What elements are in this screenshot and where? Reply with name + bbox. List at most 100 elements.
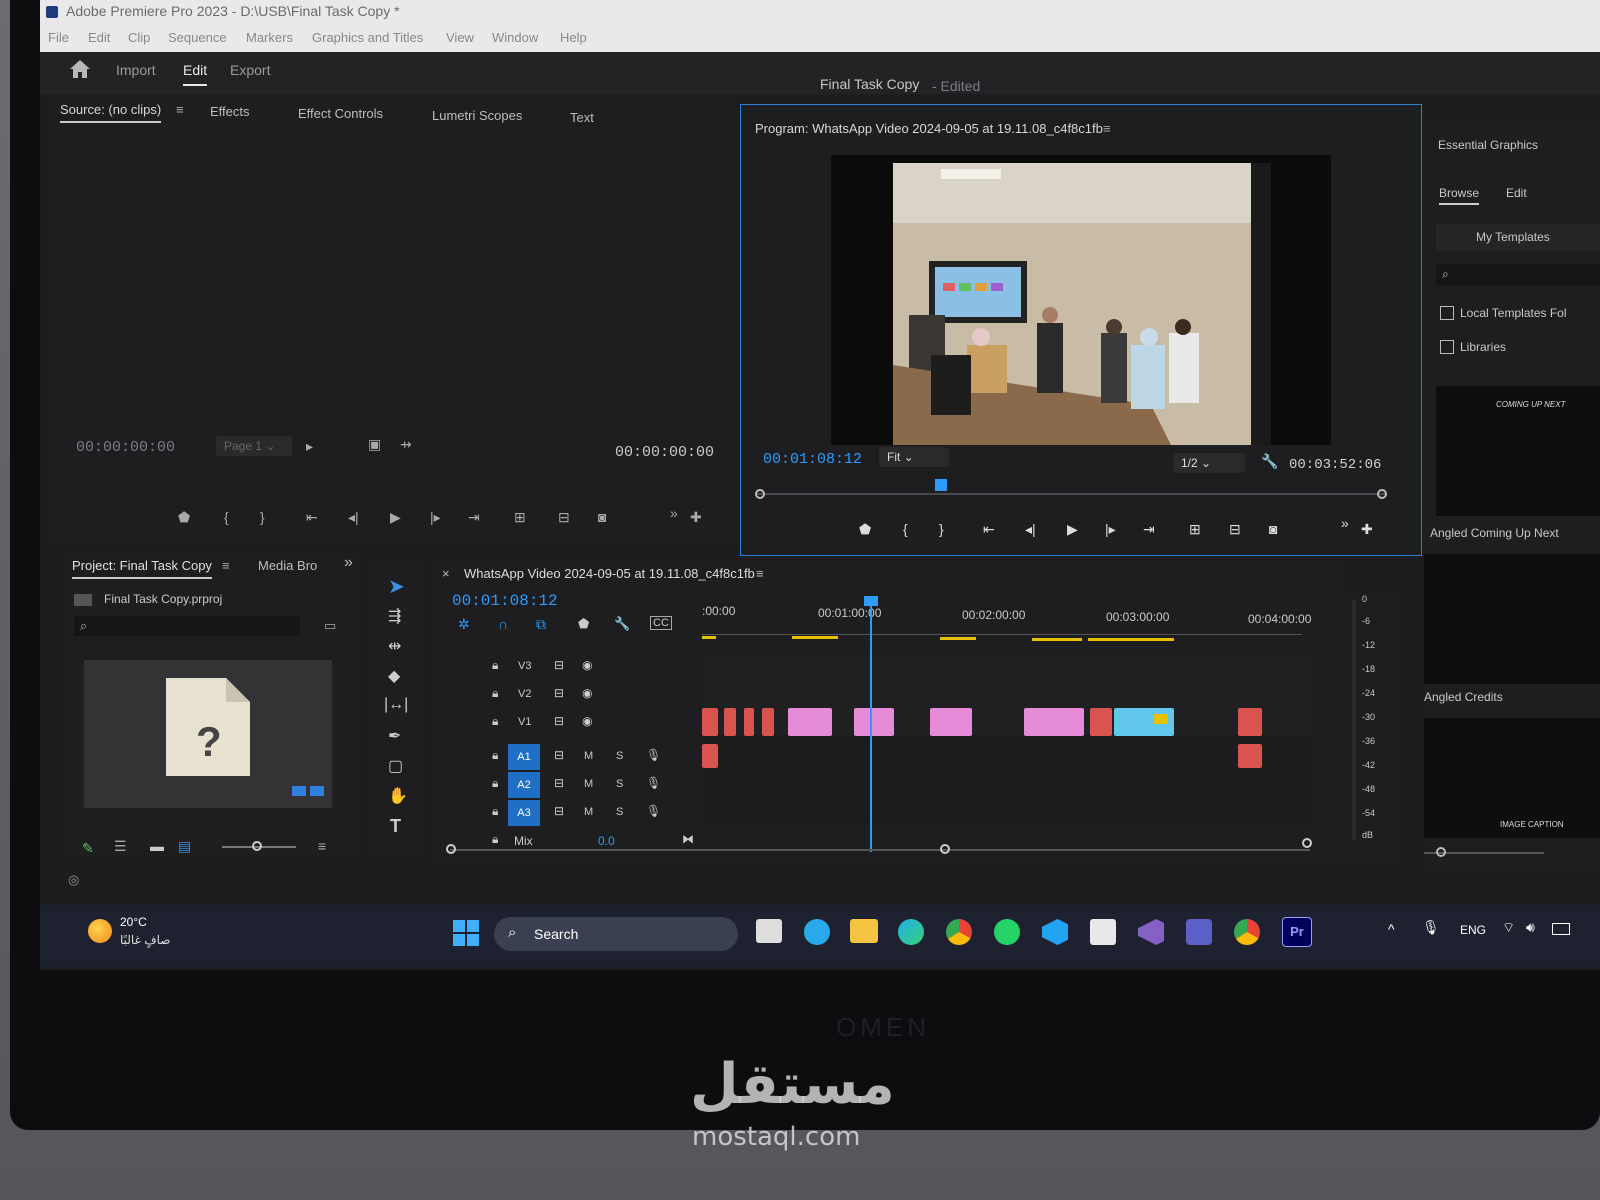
close-sequence-icon[interactable]: ×: [442, 566, 450, 581]
scroll-handle-right[interactable]: [1302, 838, 1312, 848]
icon-view-icon[interactable]: ▬: [150, 838, 164, 854]
tab-browse[interactable]: Browse: [1439, 186, 1480, 205]
snap-icon[interactable]: ∩: [498, 616, 508, 632]
ripple-edit-icon[interactable]: ⇹: [388, 636, 401, 656]
lock-icon[interactable]: 🔒︎: [492, 658, 498, 673]
my-templates-bar[interactable]: My Templates: [1436, 224, 1600, 250]
add-marker-icon[interactable]: ⬟: [578, 616, 589, 632]
tab-lumetri-scopes[interactable]: Lumetri Scopes: [432, 108, 522, 123]
template-thumb-image-caption[interactable]: IMAGE CAPTION: [1424, 718, 1600, 838]
rectangle-tool-icon[interactable]: ▢: [388, 756, 403, 776]
resolution-select[interactable]: 1/2 ⌄: [1173, 453, 1245, 473]
tab-effect-controls[interactable]: Effect Controls: [298, 106, 383, 121]
video-clip[interactable]: [744, 708, 754, 736]
media-thumbnail[interactable]: ?: [84, 660, 332, 808]
audio-clip[interactable]: [1238, 744, 1262, 768]
tab-text[interactable]: Text: [570, 110, 594, 125]
menu-file[interactable]: File: [48, 30, 69, 45]
menu-help[interactable]: Help: [560, 30, 587, 45]
step-back-icon[interactable]: ◂|: [348, 509, 359, 526]
sync-lock-icon[interactable]: ⊟: [554, 748, 564, 762]
tab-export[interactable]: Export: [230, 62, 270, 78]
captions-icon[interactable]: CC: [650, 616, 672, 630]
pencil-icon[interactable]: ✎: [82, 840, 94, 857]
template-thumb-coming-up-next[interactable]: COMING UP NEXT: [1436, 386, 1600, 516]
mix-end-icon[interactable]: ⧓: [682, 832, 694, 846]
linked-selection-icon[interactable]: ⧉: [536, 616, 546, 633]
step-forward-icon[interactable]: |▸: [430, 509, 441, 526]
taskbar-search[interactable]: ⌕ Search: [494, 917, 738, 951]
video-clip[interactable]: [702, 708, 718, 736]
export-frame-icon[interactable]: ◙: [1269, 521, 1277, 537]
tab-effects[interactable]: Effects: [210, 104, 250, 119]
timeline-playhead[interactable]: [870, 602, 872, 852]
tab-project[interactable]: Project: Final Task Copy: [72, 558, 212, 579]
sync-lock-icon[interactable]: ⊟: [554, 776, 564, 790]
lock-icon[interactable]: 🔒︎: [492, 686, 498, 701]
video-clip[interactable]: [930, 708, 972, 736]
nest-toggle-icon[interactable]: ✲: [458, 616, 470, 633]
mark-out-icon[interactable]: }: [260, 509, 265, 525]
add-marker-icon[interactable]: ⬟: [859, 521, 871, 538]
mark-in-icon[interactable]: {: [903, 521, 908, 537]
audio-clip[interactable]: [702, 744, 718, 768]
zoom-handle-right[interactable]: [1377, 489, 1387, 499]
menu-view[interactable]: View: [446, 30, 474, 45]
go-to-in-icon[interactable]: ⇤: [983, 521, 995, 538]
sync-lock-icon[interactable]: ⊟: [554, 686, 564, 700]
video-clip[interactable]: [1238, 708, 1262, 736]
solo-button[interactable]: S: [616, 778, 623, 790]
insert-icon[interactable]: ⇸: [400, 436, 412, 453]
mute-button[interactable]: M: [584, 778, 593, 790]
solo-button[interactable]: S: [616, 806, 623, 818]
new-bin-icon[interactable]: ▭: [324, 618, 336, 634]
add-marker-icon[interactable]: ⬟: [178, 509, 190, 526]
tab-media-browser[interactable]: Media Bro: [258, 558, 317, 573]
track-lanes[interactable]: [702, 596, 1312, 852]
video-clip[interactable]: [1114, 708, 1174, 736]
timeline-timecode[interactable]: 00:01:08:12: [452, 592, 558, 610]
sort-icon[interactable]: ≡: [318, 838, 326, 854]
program-scrubber[interactable]: [755, 479, 1387, 501]
lock-icon[interactable]: 🔒︎: [492, 748, 498, 763]
teams-icon[interactable]: [1186, 919, 1212, 945]
go-to-out-icon[interactable]: ⇥: [468, 509, 480, 526]
project-menu-icon[interactable]: ≡: [222, 558, 230, 573]
track-select-icon[interactable]: ⇶: [388, 606, 401, 626]
wifi-icon[interactable]: ⌔: [1502, 919, 1515, 937]
premiere-pro-icon[interactable]: Pr: [1282, 917, 1312, 947]
program-viewer[interactable]: [831, 155, 1331, 445]
mic-muted-icon[interactable]: 🎙︎: [1422, 919, 1440, 936]
menu-window[interactable]: Window: [492, 30, 538, 45]
expand-panels-icon[interactable]: »: [344, 554, 353, 572]
lock-icon[interactable]: 🔒︎: [492, 776, 498, 791]
export-frame-icon[interactable]: ◙: [598, 509, 606, 525]
button-editor-icon[interactable]: ✚: [690, 509, 702, 526]
vscode-icon[interactable]: [1042, 919, 1068, 945]
overwrite-icon[interactable]: ⊟: [558, 509, 570, 526]
type-tool-icon[interactable]: T: [390, 816, 401, 837]
sync-lock-icon[interactable]: ⊟: [554, 804, 564, 818]
play-icon[interactable]: ▶: [1067, 521, 1078, 538]
extract-icon[interactable]: ⊟: [1229, 521, 1241, 538]
time-ruler[interactable]: :00:00 00:01:00:00 00:02:00:00 00:03:00:…: [702, 600, 1312, 644]
list-view-icon[interactable]: ☰: [114, 838, 127, 855]
pen-tool-icon[interactable]: ✒: [388, 726, 401, 746]
tab-edit[interactable]: Edit: [183, 62, 208, 86]
video-clip[interactable]: [1024, 708, 1084, 736]
project-search-input[interactable]: ⌕: [74, 616, 300, 636]
program-timecode[interactable]: 00:01:08:12: [763, 451, 862, 468]
local-templates-checkbox[interactable]: [1440, 306, 1454, 320]
visual-studio-icon[interactable]: [1138, 919, 1164, 945]
menu-sequence[interactable]: Sequence: [168, 30, 227, 45]
eye-icon[interactable]: ◉: [582, 658, 592, 672]
edge-icon[interactable]: [898, 919, 924, 945]
source-menu-icon[interactable]: ≡: [176, 102, 184, 117]
sync-lock-icon[interactable]: ⊟: [554, 658, 564, 672]
scroll-handle-left[interactable]: [446, 844, 456, 854]
program-menu-icon[interactable]: ≡: [1103, 121, 1111, 136]
sequence-tab[interactable]: WhatsApp Video 2024-09-05 at 19.11.08_c4…: [464, 566, 755, 581]
slip-tool-icon[interactable]: |↔|: [384, 696, 408, 714]
sequence-menu-icon[interactable]: ≡: [756, 566, 764, 581]
mark-in-icon[interactable]: {: [224, 509, 229, 525]
